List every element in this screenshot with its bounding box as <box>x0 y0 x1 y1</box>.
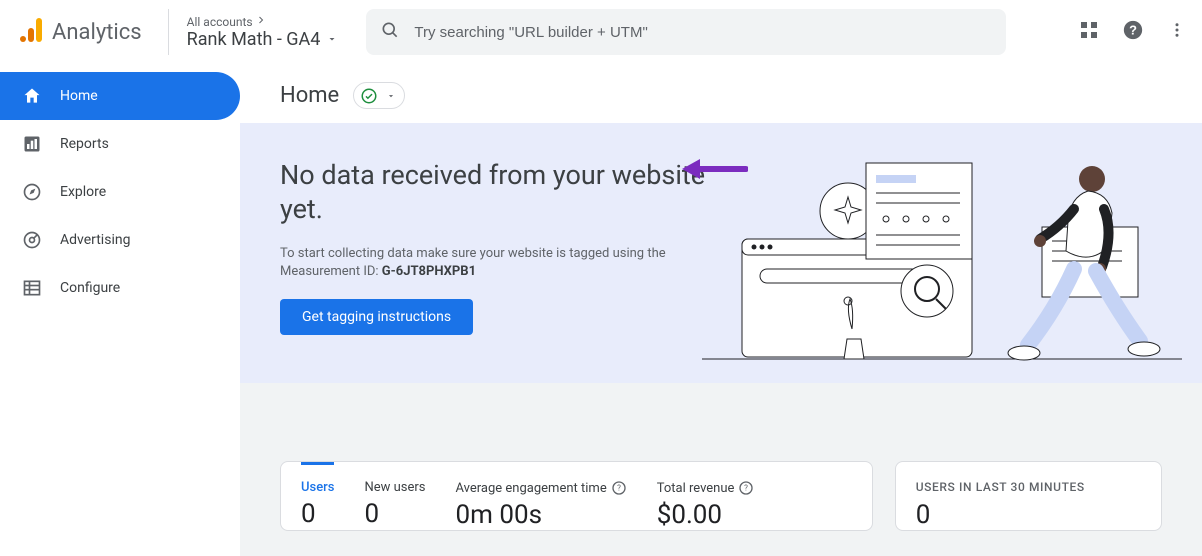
sidebar-item-label: Home <box>60 88 98 104</box>
realtime-value: 0 <box>916 500 1141 530</box>
svg-text:?: ? <box>617 484 621 493</box>
sidebar-item-label: Reports <box>60 136 109 152</box>
page-header: Home <box>240 64 1202 123</box>
header-actions: ? <box>1080 19 1190 45</box>
sidebar-item-configure[interactable]: Configure <box>0 264 240 312</box>
account-picker[interactable]: All accounts Rank Math - GA4 <box>168 9 339 55</box>
sidebar-item-label: Advertising <box>60 232 130 248</box>
metric-label: Users <box>301 480 334 495</box>
search-bar[interactable] <box>366 9 1006 55</box>
search-icon <box>380 20 400 44</box>
megaphone-icon <box>22 230 42 250</box>
realtime-title: USERS IN LAST 30 MINUTES <box>916 474 1141 494</box>
realtime-card: USERS IN LAST 30 MINUTES 0 <box>895 461 1162 531</box>
help-circle-icon[interactable]: ? <box>611 480 627 496</box>
search-input[interactable] <box>414 24 992 41</box>
svg-text:?: ? <box>1129 23 1137 38</box>
explore-icon <box>22 182 42 202</box>
metric-label: Average engagement time ? <box>456 480 627 496</box>
metric-value: $0.00 <box>657 500 755 530</box>
hero-illustration-icon <box>702 149 1182 383</box>
main-content: Home No data received from your website … <box>240 64 1202 556</box>
metric-label: Total revenue ? <box>657 480 755 496</box>
more-vert-icon[interactable] <box>1168 21 1186 43</box>
svg-text:?: ? <box>745 484 749 493</box>
account-name-row: Rank Math - GA4 <box>187 29 339 50</box>
metric-tab-revenue[interactable]: Total revenue ? $0.00 <box>657 474 755 530</box>
metric-tab-users[interactable]: Users 0 <box>301 462 334 530</box>
metric-tab-new-users[interactable]: New users 0 <box>364 474 425 530</box>
caret-down-icon <box>386 86 396 105</box>
sidebar-item-label: Configure <box>60 280 120 296</box>
status-pill[interactable] <box>353 82 405 109</box>
chevron-right-icon <box>255 14 267 29</box>
table-icon <box>22 278 42 298</box>
analytics-logo-icon <box>18 16 44 48</box>
caret-down-icon <box>326 29 338 50</box>
sidebar-item-label: Explore <box>60 184 106 200</box>
measurement-id: G-6JT8PHXPB1 <box>382 264 476 279</box>
hero-title: No data received from your website yet. <box>280 159 739 227</box>
logo[interactable]: Analytics <box>12 16 142 48</box>
bar-chart-icon <box>22 134 42 154</box>
app-header: Analytics All accounts Rank Math - GA4 <box>0 0 1202 64</box>
sidebar-item-reports[interactable]: Reports <box>0 120 240 168</box>
hero-subtitle: To start collecting data make sure your … <box>280 245 739 281</box>
cards-row: Users 0 New users 0 Average engagement t… <box>240 383 1202 531</box>
sidebar-item-advertising[interactable]: Advertising <box>0 216 240 264</box>
metric-tab-engagement[interactable]: Average engagement time ? 0m 00s <box>456 474 627 530</box>
metric-value: 0m 00s <box>456 500 627 530</box>
page-title: Home <box>280 83 339 108</box>
sidebar-nav: Home Reports Explore Advertising Configu… <box>0 64 240 556</box>
sidebar-item-home[interactable]: Home <box>0 72 240 120</box>
check-circle-icon <box>360 87 378 105</box>
help-circle-icon[interactable]: ? <box>738 480 754 496</box>
hero-banner: No data received from your website yet. … <box>240 123 1202 383</box>
metric-label: New users <box>364 480 425 495</box>
metric-value: 0 <box>301 499 334 529</box>
metrics-card: Users 0 New users 0 Average engagement t… <box>280 461 873 531</box>
product-name: Analytics <box>52 20 142 45</box>
sidebar-item-explore[interactable]: Explore <box>0 168 240 216</box>
help-icon[interactable]: ? <box>1122 19 1144 45</box>
home-icon <box>22 86 42 106</box>
apps-grid-icon[interactable] <box>1080 21 1098 43</box>
account-breadcrumb: All accounts <box>187 14 339 29</box>
tagging-instructions-button[interactable]: Get tagging instructions <box>280 299 473 335</box>
metric-value: 0 <box>364 499 425 529</box>
